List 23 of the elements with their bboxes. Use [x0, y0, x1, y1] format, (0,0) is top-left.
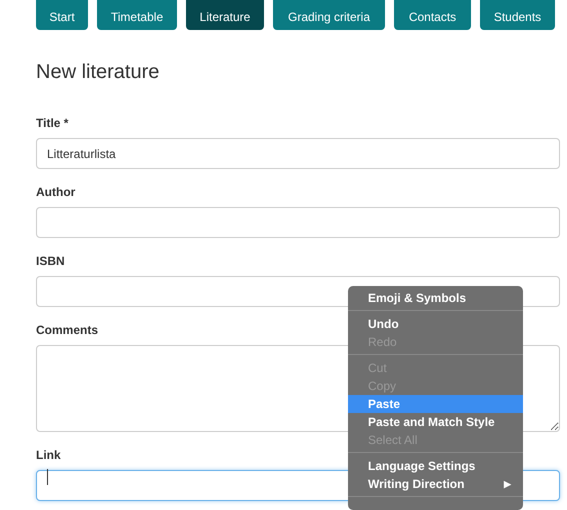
menu-item[interactable]: Writing Direction ▶ [348, 475, 523, 493]
text-cursor [47, 469, 48, 485]
menu-item[interactable]: Emoji & Symbols [348, 289, 523, 307]
field-label: Title * [36, 116, 68, 131]
input-field[interactable] [36, 207, 560, 238]
nav-tab[interactable]: Students [480, 0, 555, 30]
submenu-arrow-icon: ▶ [504, 475, 523, 493]
nav-tab[interactable]: Grading criteria [273, 0, 385, 30]
nav-tab[interactable]: Contacts [394, 0, 471, 30]
nav-tab[interactable]: Literature [186, 0, 264, 30]
menu-item[interactable]: Undo [348, 315, 523, 333]
menu-item[interactable]: Paste and Match Style [348, 413, 523, 431]
page-heading: New literature [36, 60, 160, 85]
nav-tab[interactable]: Start [36, 0, 88, 30]
menu-item[interactable]: Paste [348, 395, 523, 413]
field-label: Author [36, 185, 76, 200]
input-field[interactable]: Litteraturlista [36, 138, 560, 169]
field-label: Link [36, 448, 61, 463]
menu-item[interactable]: Language Settings [348, 457, 523, 475]
field-label: Comments [36, 323, 98, 338]
field-label: ISBN [36, 254, 65, 269]
menu-item-label: Writing Direction [368, 476, 464, 493]
nav-tab[interactable]: Timetable [97, 0, 177, 30]
